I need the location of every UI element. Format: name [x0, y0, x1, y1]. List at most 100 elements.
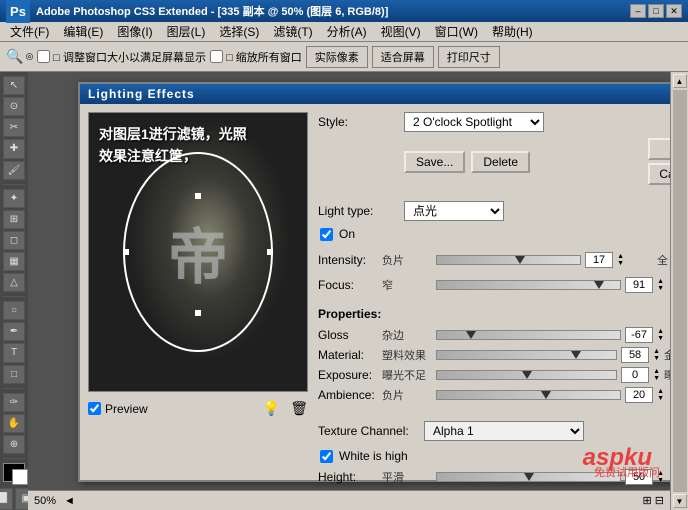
- intensity-slider[interactable]: [436, 255, 581, 265]
- gloss-arrows[interactable]: ▲▼: [657, 328, 664, 342]
- exposure-left: 曝光不足: [382, 367, 432, 383]
- exposure-arrows[interactable]: ▲▼: [653, 368, 660, 382]
- tool-crop[interactable]: ✂: [3, 118, 25, 137]
- ambience-value: 20: [625, 387, 653, 403]
- tool-zoom[interactable]: ⊕: [3, 435, 25, 454]
- window-title: Adobe Photoshop CS3 Extended - [335 副本 @…: [36, 3, 388, 19]
- preview-canvas: 对图层1进行滤镜，光照 效果注意红筐， 帝: [88, 112, 308, 392]
- menu-analysis[interactable]: 分析(A): [321, 22, 373, 41]
- intensity-value: 17: [585, 252, 613, 268]
- ambience-right: 正片: [668, 387, 670, 403]
- close-button[interactable]: ✕: [666, 4, 682, 18]
- handle-left[interactable]: [123, 249, 129, 255]
- minimize-button[interactable]: –: [630, 4, 646, 18]
- material-slider-container: [436, 350, 617, 360]
- style-select[interactable]: 2 O'clock Spotlight: [404, 112, 544, 132]
- light-type-label: Light type:: [318, 204, 398, 218]
- actual-pixels-button[interactable]: 实际像素: [306, 46, 368, 68]
- status-arrow-left[interactable]: ◄: [64, 495, 75, 507]
- exposure-right: 曝光过度: [664, 367, 670, 383]
- tool-clone[interactable]: ✦: [3, 189, 25, 208]
- height-left: 平滑: [382, 469, 432, 485]
- focus-slider[interactable]: [436, 280, 621, 290]
- scroll-up-button[interactable]: ▲: [673, 74, 687, 88]
- adjust-checkbox[interactable]: [37, 50, 50, 63]
- save-button[interactable]: Save...: [404, 151, 465, 173]
- zoom-out-icon[interactable]: 🔍: [6, 48, 23, 65]
- fit-screen-button[interactable]: 适合屏幕: [372, 46, 434, 68]
- preview-checkbox[interactable]: [88, 402, 101, 415]
- white-is-high-checkbox[interactable]: [320, 450, 333, 463]
- menu-window[interactable]: 窗口(W): [429, 22, 484, 41]
- tool-eraser[interactable]: ◻: [3, 231, 25, 250]
- print-size-button[interactable]: 打印尺寸: [438, 46, 500, 68]
- menu-file[interactable]: 文件(F): [4, 22, 55, 41]
- tool-dodge[interactable]: ○: [3, 301, 25, 320]
- focus-value: 91: [625, 277, 653, 293]
- preview-checkbox-row: Preview: [88, 402, 148, 416]
- light-type-select[interactable]: 点光: [404, 201, 504, 221]
- material-arrows[interactable]: ▲▼: [653, 348, 660, 362]
- gloss-left: 杂边: [382, 327, 432, 343]
- preview-ellipse: [123, 152, 273, 352]
- on-checkbox[interactable]: [320, 228, 333, 241]
- tool-sep-2: [3, 296, 25, 297]
- ambience-row: Ambience: 负片 20 ▲▼ 正片: [318, 387, 670, 403]
- preview-lightbulb-icon[interactable]: 💡: [263, 400, 280, 417]
- collapse-checkbox[interactable]: [210, 50, 223, 63]
- handle-top[interactable]: [195, 193, 201, 199]
- scroll-track: [673, 90, 687, 492]
- tool-brush[interactable]: 🖌: [3, 161, 25, 180]
- menu-edit[interactable]: 编辑(E): [57, 22, 109, 41]
- tool-gradient[interactable]: ▦: [3, 252, 25, 271]
- texture-channel-select[interactable]: Alpha 1 None: [424, 421, 584, 441]
- style-row: Style: 2 O'clock Spotlight: [318, 112, 670, 132]
- menu-select[interactable]: 选择(S): [213, 22, 265, 41]
- quick-mask[interactable]: ⬜: [0, 488, 13, 510]
- cancel-button[interactable]: Cancel: [648, 163, 670, 185]
- tool-pen[interactable]: ✒: [3, 322, 25, 341]
- ambience-arrows[interactable]: ▲▼: [657, 388, 664, 402]
- handle-bottom[interactable]: [195, 310, 201, 316]
- focus-label: Focus:: [318, 278, 378, 292]
- tool-heal[interactable]: ✚: [3, 139, 25, 158]
- tool-eyedrop[interactable]: ✑: [3, 393, 25, 412]
- tool-lasso[interactable]: ⊙: [3, 97, 25, 116]
- handle-right[interactable]: [267, 249, 273, 255]
- toolbar-icon-2[interactable]: ◎: [25, 51, 33, 62]
- tool-history[interactable]: ⊞: [3, 210, 25, 229]
- scroll-down-button[interactable]: ▼: [673, 494, 687, 508]
- menu-view[interactable]: 视图(V): [375, 22, 427, 41]
- focus-left: 窄: [382, 277, 432, 293]
- menu-image[interactable]: 图像(I): [111, 22, 158, 41]
- menu-layer[interactable]: 图层(L): [161, 22, 212, 41]
- preview-icons: 💡 🗑: [263, 400, 308, 417]
- tool-shape[interactable]: □: [3, 365, 25, 384]
- tool-text[interactable]: T: [3, 343, 25, 362]
- properties-label: Properties:: [318, 307, 381, 321]
- ps-logo: Ps: [6, 0, 30, 23]
- adjust-window-check[interactable]: □ 调整窗口大小以满足屏幕显示: [37, 49, 206, 65]
- tool-blur[interactable]: △: [3, 273, 25, 292]
- menu-filter[interactable]: 滤镜(T): [267, 22, 318, 41]
- delete-button[interactable]: Delete: [471, 151, 530, 173]
- tool-hand[interactable]: ✋: [3, 414, 25, 433]
- gloss-slider[interactable]: [436, 330, 621, 340]
- ok-button[interactable]: OK: [648, 138, 670, 160]
- focus-arrows[interactable]: ▲▼: [657, 278, 664, 292]
- gloss-label: Gloss: [318, 328, 378, 342]
- collapse-check[interactable]: □ 缩放所有窗口: [210, 49, 302, 65]
- ambience-slider[interactable]: [436, 390, 621, 400]
- style-label: Style:: [318, 115, 398, 129]
- foreground-color[interactable]: [3, 463, 25, 482]
- exposure-slider[interactable]: [436, 370, 617, 380]
- material-left: 塑料效果: [382, 347, 432, 363]
- material-slider[interactable]: [436, 350, 617, 360]
- intensity-arrows[interactable]: ▲▼: [617, 253, 624, 267]
- focus-slider-container: [436, 280, 621, 290]
- tool-selection[interactable]: ↖: [3, 76, 25, 95]
- menu-help[interactable]: 帮助(H): [486, 22, 539, 41]
- maximize-button[interactable]: □: [648, 4, 664, 18]
- gloss-right: 发光: [668, 327, 670, 343]
- preview-trash-icon[interactable]: 🗑: [290, 400, 308, 417]
